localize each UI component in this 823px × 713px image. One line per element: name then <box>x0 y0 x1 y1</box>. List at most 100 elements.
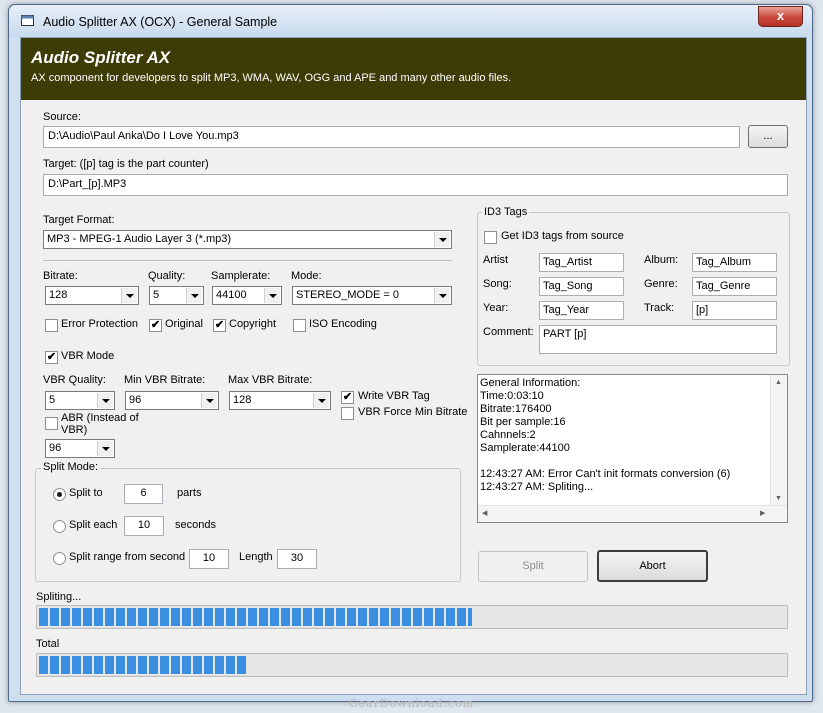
scroll-right-icon[interactable]: ▶ <box>760 509 765 517</box>
banner: Audio Splitter AX AX component for devel… <box>21 38 806 100</box>
split-range-label: Split range from second <box>69 551 186 563</box>
vbr-quality-value: 5 <box>49 394 56 406</box>
id3-tags-title: ID3 Tags <box>482 206 530 218</box>
abr-checkbox[interactable] <box>45 417 58 430</box>
info-log-line: Cahnnels:2 <box>480 429 536 441</box>
album-label: Album: <box>644 254 679 266</box>
vbr-mode-checkbox[interactable]: ✔ <box>45 351 58 364</box>
abr-label-line1: ABR (Instead of <box>61 412 139 424</box>
total-progress-bar <box>36 653 788 677</box>
mode-value: STEREO_MODE = 0 <box>296 289 400 301</box>
info-log-line: Bit per sample:16 <box>480 416 566 428</box>
chevron-down-icon[interactable] <box>434 288 450 303</box>
split-to-input[interactable]: 6 <box>124 484 163 504</box>
info-log-line <box>480 455 730 468</box>
abr-select[interactable]: 96 <box>45 439 115 458</box>
chevron-down-icon[interactable] <box>264 288 280 303</box>
artist-input[interactable]: Tag_Artist <box>539 253 624 272</box>
vbr-quality-label: VBR Quality: <box>43 374 106 386</box>
track-input[interactable]: [p] <box>692 301 777 320</box>
title-bar[interactable]: Audio Splitter AX (OCX) - General Sample… <box>9 5 812 37</box>
album-input[interactable]: Tag_Album <box>692 253 777 272</box>
split-range-radio[interactable] <box>53 552 66 565</box>
target-format-select[interactable]: MP3 - MPEG-1 Audio Layer 3 (*.mp3) <box>43 230 452 249</box>
chevron-down-icon[interactable] <box>201 393 217 408</box>
info-log-line: 12:43:27 AM: Error Can't init formats co… <box>480 468 731 480</box>
split-button[interactable]: Split <box>478 551 588 582</box>
vbr-force-min-checkbox[interactable] <box>341 407 354 420</box>
scroll-up-icon[interactable]: ▲ <box>775 379 782 386</box>
scroll-left-icon[interactable]: ◀ <box>482 509 487 517</box>
comment-input[interactable]: PART [p] <box>539 325 777 354</box>
split-to-radio[interactable] <box>53 488 66 501</box>
chevron-down-icon[interactable] <box>97 393 113 408</box>
max-vbr-label: Max VBR Bitrate: <box>228 374 313 386</box>
info-log-lines: General Information: Time:0:03:10 Bitrate:… <box>480 377 730 494</box>
current-progress-bar <box>36 605 788 629</box>
samplerate-select[interactable]: 44100 <box>212 286 282 305</box>
quality-select[interactable]: 5 <box>149 286 204 305</box>
genre-label: Genre: <box>644 278 678 290</box>
scroll-down-icon[interactable]: ▼ <box>775 495 782 502</box>
min-vbr-value: 96 <box>129 394 142 406</box>
samplerate-value: 44100 <box>216 289 247 301</box>
bitrate-value: 128 <box>49 289 68 301</box>
total-progress-label: Total <box>36 638 60 650</box>
iso-encoding-label: ISO Encoding <box>309 318 377 330</box>
split-each-radio[interactable] <box>53 520 66 533</box>
target-label: Target: ([p] tag is the part counter) <box>43 158 209 170</box>
watermark: GearDownload.com <box>348 697 475 710</box>
vertical-scrollbar[interactable]: ▲ ▼ <box>770 375 787 506</box>
target-format-value: MP3 - MPEG-1 Audio Layer 3 (*.mp3) <box>47 233 232 245</box>
split-each-input[interactable]: 10 <box>124 516 164 536</box>
vbr-mode-label: VBR Mode <box>61 350 115 362</box>
get-id3-checkbox[interactable] <box>484 231 497 244</box>
source-label: Source: <box>43 111 81 123</box>
source-input[interactable]: D:\Audio\Paul Anka\Do I Love You.mp3 <box>43 126 740 148</box>
min-vbr-select[interactable]: 96 <box>125 391 219 410</box>
original-checkbox[interactable]: ✔ <box>149 319 162 332</box>
abort-button[interactable]: Abort <box>597 550 708 582</box>
iso-encoding-checkbox[interactable] <box>293 319 306 332</box>
chevron-down-icon[interactable] <box>434 232 450 247</box>
bitrate-label: Bitrate: <box>43 270 78 282</box>
chevron-down-icon[interactable] <box>186 288 202 303</box>
target-format-label: Target Format: <box>43 214 115 226</box>
client-area: Audio Splitter AX AX component for devel… <box>20 37 807 695</box>
genre-input[interactable]: Tag_Genre <box>692 277 777 296</box>
banner-title: Audio Splitter AX <box>31 48 171 67</box>
close-button[interactable]: x <box>758 6 803 27</box>
samplerate-label: Samplerate: <box>211 270 271 282</box>
info-log-line: Time:0:03:10 <box>480 390 544 402</box>
browse-button[interactable]: ... <box>748 125 788 148</box>
split-range-input[interactable]: 10 <box>189 549 229 569</box>
vbr-quality-select[interactable]: 5 <box>45 391 115 410</box>
write-vbr-tag-label: Write VBR Tag <box>358 390 430 402</box>
write-vbr-tag-checkbox[interactable]: ✔ <box>341 391 354 404</box>
copyright-checkbox[interactable]: ✔ <box>213 319 226 332</box>
bitrate-select[interactable]: 128 <box>45 286 139 305</box>
mode-select[interactable]: STEREO_MODE = 0 <box>292 286 452 305</box>
abr-value: 96 <box>49 442 62 454</box>
split-mode-title: Split Mode: <box>41 461 101 473</box>
horizontal-scrollbar[interactable]: ◀ ▶ <box>478 505 787 522</box>
target-input[interactable]: D:\Part_[p].MP3 <box>43 174 788 196</box>
quality-label: Quality: <box>148 270 186 282</box>
year-input[interactable]: Tag_Year <box>539 301 624 320</box>
window-title: Audio Splitter AX (OCX) - General Sample <box>43 15 278 29</box>
song-input[interactable]: Tag_Song <box>539 277 624 296</box>
min-vbr-label: Min VBR Bitrate: <box>124 374 206 386</box>
length-input[interactable]: 30 <box>277 549 317 569</box>
chevron-down-icon[interactable] <box>313 393 329 408</box>
track-label: Track: <box>644 302 675 314</box>
chevron-down-icon[interactable] <box>97 441 113 456</box>
error-protection-checkbox[interactable] <box>45 319 58 332</box>
current-progress-fill <box>39 608 472 626</box>
current-progress-label: Spliting... <box>36 591 82 603</box>
copyright-label: Copyright <box>229 318 277 330</box>
error-protection-label: Error Protection <box>61 318 139 330</box>
get-id3-label: Get ID3 tags from source <box>501 230 624 242</box>
chevron-down-icon[interactable] <box>121 288 137 303</box>
max-vbr-select[interactable]: 128 <box>229 391 331 410</box>
info-log[interactable]: General Information: Time:0:03:10 Bitrate:… <box>477 374 788 523</box>
